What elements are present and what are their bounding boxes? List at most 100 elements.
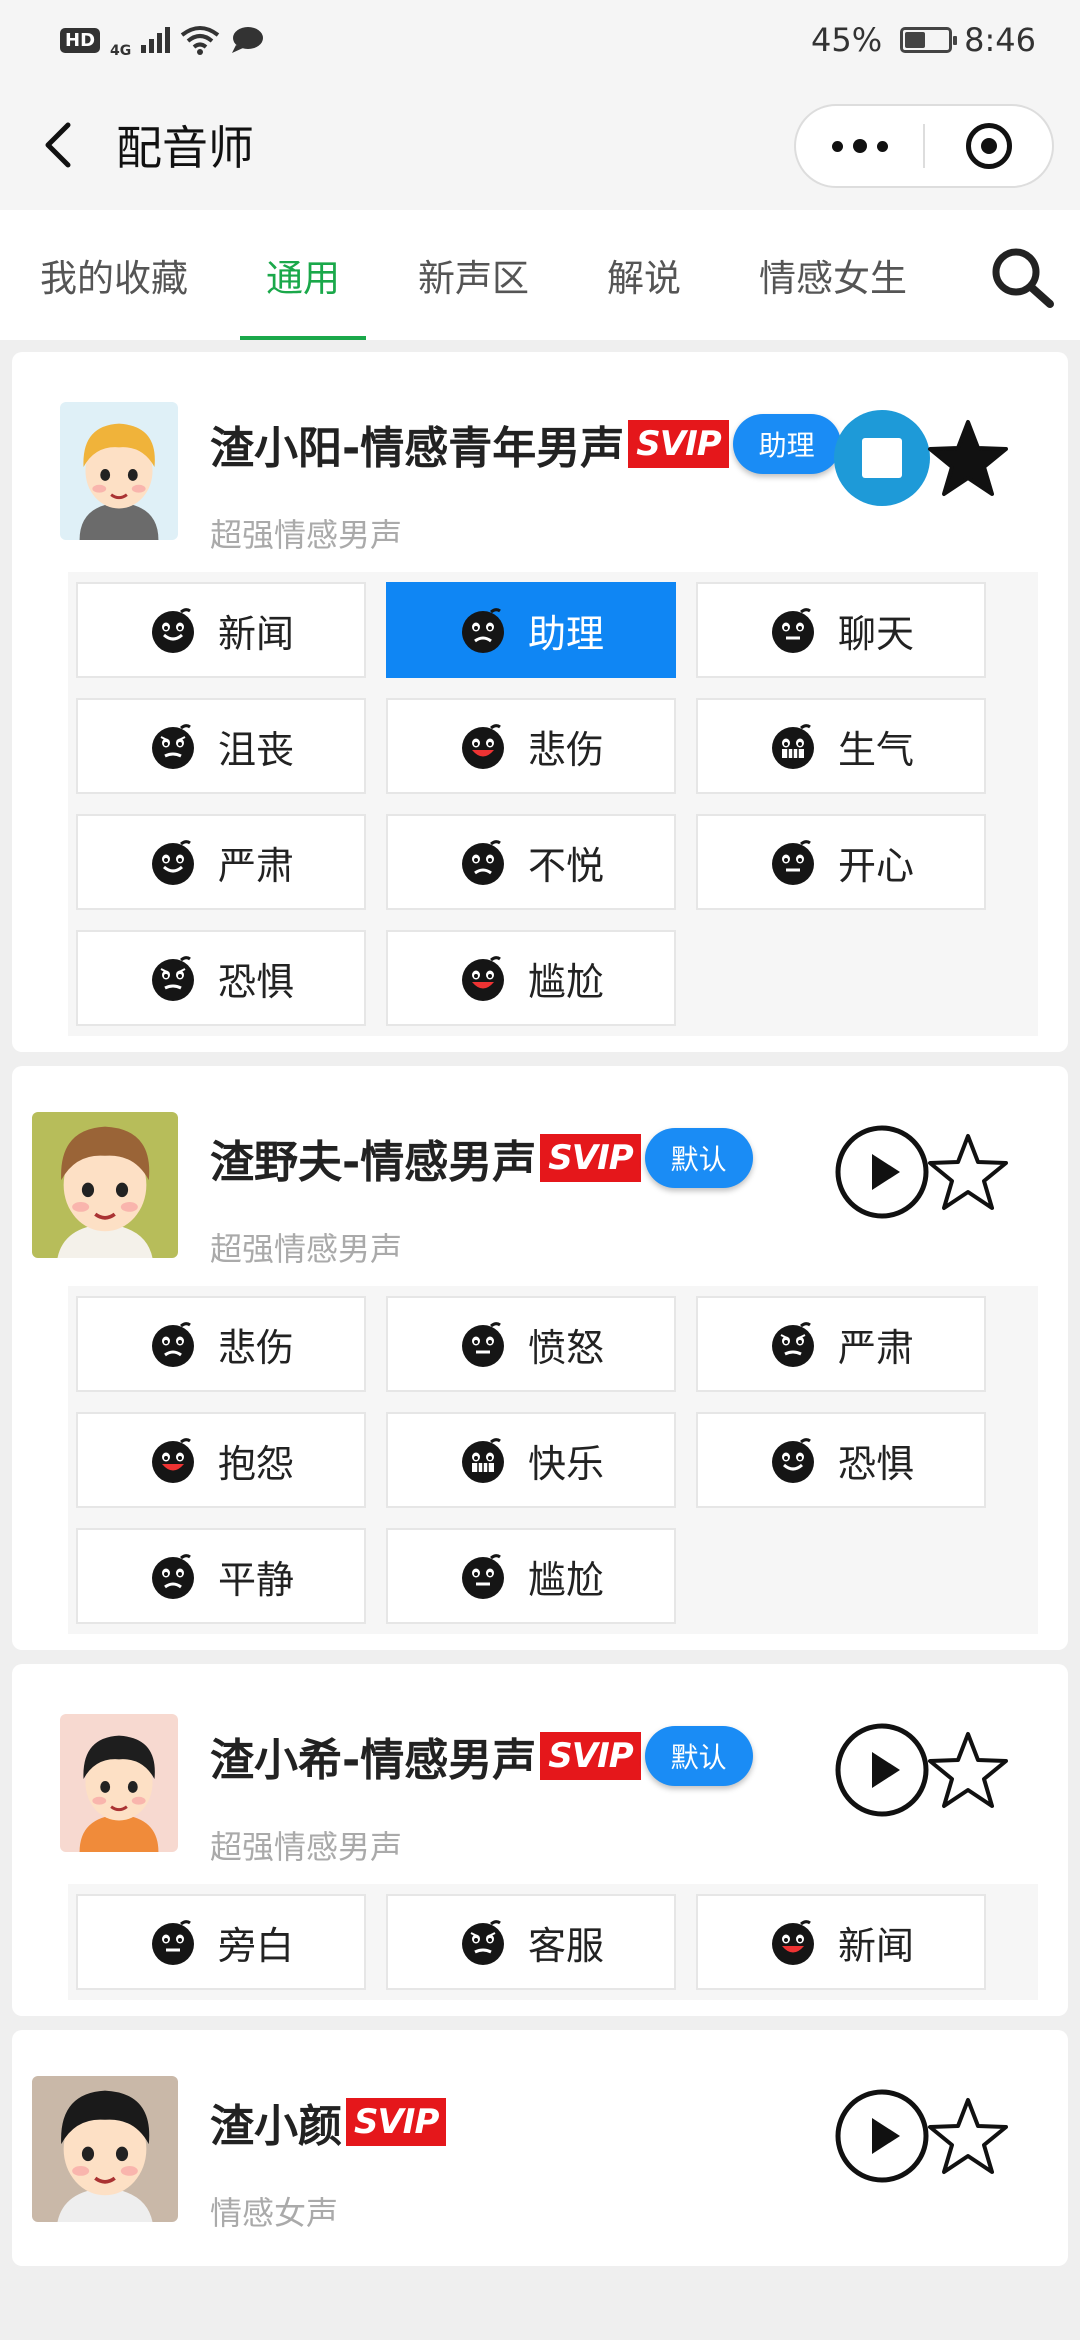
emotion-face-icon [462,1438,504,1483]
emotion-option[interactable]: 新闻 [76,582,366,678]
tab-3[interactable]: 解说 [607,210,681,340]
battery-level [905,32,925,48]
style-tag[interactable]: 默认 [644,1726,753,1786]
style-tag[interactable]: 助理 [732,414,841,474]
emotion-label: 严肃 [218,843,295,888]
emotion-face-icon [462,956,504,1001]
stop-button[interactable] [834,410,930,506]
voice-card[interactable]: 渣野夫-情感男声 SVIP 默认 超强情感男声 悲伤 愤怒 严肃 抱怨 快乐 恐惧 平静 尴尬 [12,1066,1068,1650]
emotion-option[interactable]: 尴尬 [386,930,676,1026]
emotion-option[interactable]: 恐惧 [76,930,366,1026]
nav-bar: 配音师 [0,80,1080,210]
voice-name: 渣小颜 [210,2101,342,2152]
play-icon [835,1125,929,1219]
avatar [60,402,178,540]
play-button[interactable] [834,1722,930,1818]
emotion-label: 恐惧 [838,1441,915,1486]
status-left: HD 4G [60,22,264,58]
voice-card[interactable]: 渣小希-情感男声 SVIP 默认 超强情感男声 旁白 客服 新闻 [12,1664,1068,2016]
voice-card[interactable]: 渣小阳-情感青年男声 SVIP 助理 超强情感男声 新闻 助理 聊天 沮丧 悲伤 生气 严肃 不悦 开心… [12,352,1068,1052]
emotion-label: 新闻 [218,611,295,656]
battery-percent: 45% [811,21,883,59]
search-button[interactable] [986,242,1058,314]
chevron-left-icon [45,122,71,168]
battery-icon [900,27,958,53]
category-tabs: 我的收藏 通用 新声区 解说 情感女生 [0,210,1080,340]
svip-badge: SVIP [540,1134,641,1182]
emotion-option[interactable]: 助理 [386,582,676,678]
network-type: 4G [110,43,132,59]
emotion-face-icon [772,1438,814,1483]
emotion-option[interactable]: 抱怨 [76,1412,366,1508]
emotion-grid: 悲伤 愤怒 严肃抱怨 快乐 恐惧平静 尴尬 [68,1286,1038,1634]
emotion-option[interactable]: 平静 [76,1528,366,1624]
emotion-face-icon [152,840,194,885]
play-button[interactable] [834,2088,930,2184]
message-icon [232,27,264,53]
emotion-face-icon [772,1920,814,1965]
emotion-face-icon [462,1920,504,1965]
emotion-option[interactable]: 聊天 [696,582,986,678]
back-button[interactable] [30,115,90,175]
emotion-face-icon [152,724,194,769]
favorite-button[interactable] [926,416,1010,500]
stop-icon [862,438,902,478]
voice-description: 超强情感男声 [210,516,403,554]
close-miniprogram-button[interactable] [925,106,1052,186]
emotion-grid: 旁白 客服 新闻 [68,1884,1038,2000]
emotion-face-icon [462,1322,504,1367]
emotion-option[interactable]: 严肃 [76,814,366,910]
emotion-label: 开心 [838,843,915,888]
favorite-button[interactable] [926,1728,1010,1812]
voice-name-row: 渣小颜 SVIP [210,2090,447,2154]
emotion-option[interactable]: 新闻 [696,1894,986,1990]
tab-1[interactable]: 通用 [240,210,366,340]
emotion-label: 恐惧 [218,959,295,1004]
emotion-face-icon [152,1322,194,1367]
emotion-option[interactable]: 沮丧 [76,698,366,794]
play-icon [835,1723,929,1817]
play-button[interactable] [834,1124,930,1220]
emotion-label: 生气 [838,727,915,772]
emotion-face-icon [152,608,194,653]
emotion-option[interactable]: 开心 [696,814,986,910]
emotion-option[interactable]: 悲伤 [386,698,676,794]
voice-description: 超强情感男声 [210,1230,403,1268]
emotion-face-icon [462,608,504,653]
style-tag[interactable]: 默认 [644,1128,753,1188]
mini-program-capsule [794,104,1054,188]
emotion-option[interactable]: 不悦 [386,814,676,910]
voice-card[interactable]: 渣小颜 SVIP 情感女声 [12,2030,1068,2266]
emotion-label: 不悦 [528,843,605,888]
emotion-option[interactable]: 愤怒 [386,1296,676,1392]
emotion-grid: 新闻 助理 聊天沮丧 悲伤 生气严肃 不悦 开心恐惧 尴尬 [68,572,1038,1036]
emotion-option[interactable]: 悲伤 [76,1296,366,1392]
favorite-button[interactable] [926,1130,1010,1214]
emotion-option[interactable]: 生气 [696,698,986,794]
tab-2[interactable]: 新声区 [418,210,529,340]
emotion-option[interactable]: 恐惧 [696,1412,986,1508]
emotion-option[interactable]: 尴尬 [386,1528,676,1624]
emotion-option[interactable]: 快乐 [386,1412,676,1508]
svip-badge: SVIP [628,420,729,468]
status-bar: HD 4G 45% 8:46 [0,0,1080,80]
emotion-face-icon [462,724,504,769]
svip-badge: SVIP [346,2098,447,2146]
emotion-face-icon [772,1322,814,1367]
emotion-label: 尴尬 [528,959,605,1004]
tab-0[interactable]: 我的收藏 [40,210,188,340]
star-icon [928,1732,1008,1808]
voice-list: 渣小阳-情感青年男声 SVIP 助理 超强情感男声 新闻 助理 聊天 沮丧 悲伤 生气 严肃 不悦 开心… [12,352,1068,2280]
svip-badge: SVIP [540,1732,641,1780]
star-icon [928,420,1008,496]
emotion-option[interactable]: 旁白 [76,1894,366,1990]
voice-card-header: 渣小希-情感男声 SVIP 默认 超强情感男声 [30,1684,1050,1884]
target-icon [965,123,1012,169]
favorite-button[interactable] [926,2094,1010,2178]
page-title: 配音师 [116,121,254,175]
emotion-label: 抱怨 [218,1441,295,1486]
tab-4[interactable]: 情感女生 [759,210,907,340]
more-button[interactable] [796,106,923,186]
emotion-option[interactable]: 严肃 [696,1296,986,1392]
emotion-option[interactable]: 客服 [386,1894,676,1990]
